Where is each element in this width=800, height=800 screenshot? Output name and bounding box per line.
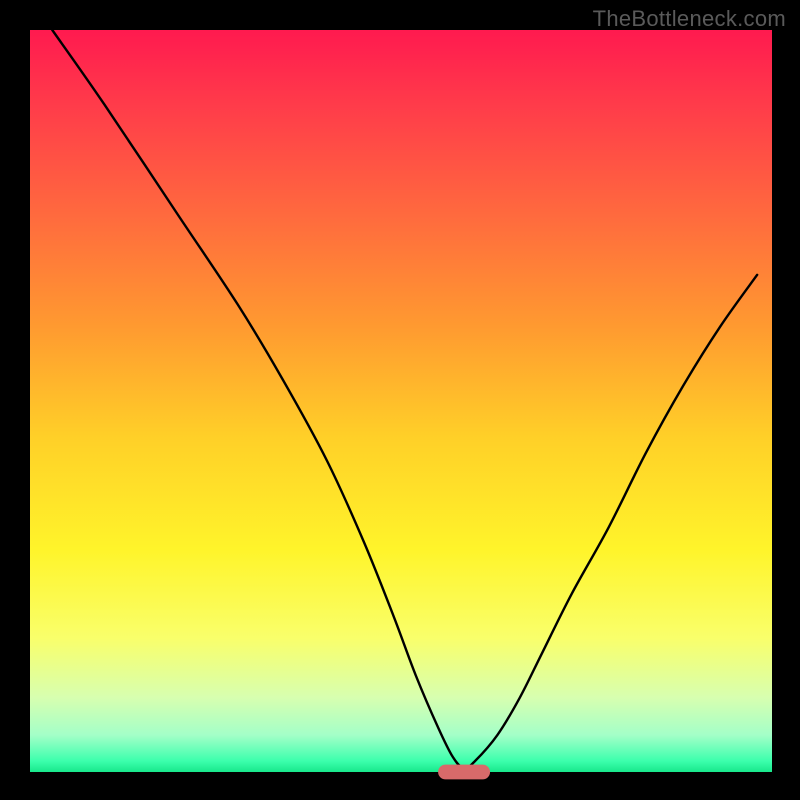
watermark-text: TheBottleneck.com xyxy=(593,6,786,32)
plot-background xyxy=(30,30,772,772)
bottleneck-chart xyxy=(0,0,800,800)
chart-container: TheBottleneck.com xyxy=(0,0,800,800)
optimal-marker xyxy=(438,765,490,780)
